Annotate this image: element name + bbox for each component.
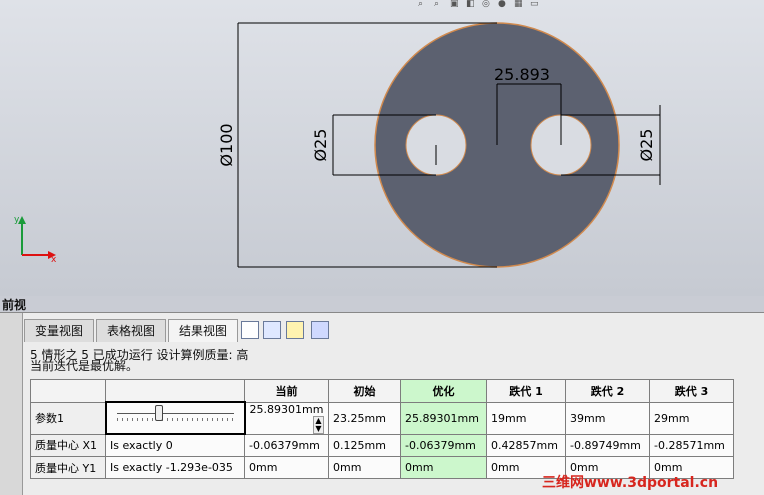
row-label: 质量中心 X1 <box>30 433 106 457</box>
dim-right-hole-diameter[interactable]: Ø25 <box>637 129 656 162</box>
iter1-value: 19mm <box>486 401 566 435</box>
panel-side-strip <box>0 313 23 495</box>
study-tabs: 变量视图 表格视图 结果视图 <box>24 319 240 342</box>
iter1-value: 0.42857mm <box>486 433 566 457</box>
initial-value: 0.125mm <box>328 433 401 457</box>
tab-variable-view[interactable]: 变量视图 <box>24 319 95 342</box>
stepper-arrows-icon[interactable]: ▲ ▼ <box>313 415 324 434</box>
initial-value: 0mm <box>328 456 401 479</box>
constraint-text: Is exactly 0 <box>105 433 245 457</box>
iter3-value: -0.28571mm <box>649 433 734 457</box>
table-corner <box>30 379 106 403</box>
col-iter1-header: 跌代 1 <box>486 379 566 403</box>
current-value: 0mm <box>244 456 329 479</box>
col-current-header: 当前 <box>244 379 329 403</box>
status-line-2: 当前迭代是最优解。 <box>30 359 139 373</box>
row-label: 质量中心 Y1 <box>30 456 106 479</box>
open-folder-icon[interactable] <box>286 321 304 339</box>
current-value-stepper[interactable]: 25.89301mm ▲ ▼ <box>244 401 329 435</box>
tab-table-view[interactable]: 表格视图 <box>96 319 167 342</box>
save-icon[interactable] <box>311 321 329 339</box>
axis-triad-icon: y x <box>14 215 57 265</box>
constraint-text: Is exactly -1.293e-035 <box>105 456 245 479</box>
constraint-header <box>105 379 245 403</box>
graphics-viewport[interactable]: ⌕ ⌕ ▣ ◧ ◎ ● ▦ ▭ Ø100 25.893 Ø25 Ø25 y x <box>0 0 764 296</box>
results-options-icon[interactable] <box>241 321 259 339</box>
iter2-value: -0.89749mm <box>565 433 650 457</box>
table-row: 质量中心 X1 Is exactly 0 -0.06379mm 0.125mm … <box>30 433 734 457</box>
optimal-value: 25.89301mm <box>400 401 487 435</box>
dim-left-hole-diameter[interactable]: Ø25 <box>311 129 330 162</box>
parameter-slider[interactable] <box>104 401 246 435</box>
table-row: 参数1 25.89301mm ▲ ▼ 23.25mm 25.89301mm 19m… <box>30 401 734 435</box>
col-initial-header: 初始 <box>328 379 401 403</box>
view-name-label: 前视 <box>2 298 27 312</box>
optimal-value: 0mm <box>400 456 487 479</box>
optimal-value: -0.06379mm <box>400 433 487 457</box>
svg-text:y: y <box>14 215 20 225</box>
dim-hole-spacing[interactable]: 25.893 <box>494 65 550 84</box>
run-study-icon[interactable] <box>263 321 281 339</box>
tab-results-view[interactable]: 结果视图 <box>168 319 239 342</box>
col-iter3-header: 跌代 3 <box>649 379 734 403</box>
dim-outer-diameter[interactable]: Ø100 <box>217 123 236 166</box>
iter3-value: 29mm <box>649 401 734 435</box>
row-label: 参数1 <box>30 401 106 435</box>
svg-text:x: x <box>51 255 57 265</box>
initial-value: 23.25mm <box>328 401 401 435</box>
col-iter2-header: 跌代 2 <box>565 379 650 403</box>
current-value: -0.06379mm <box>244 433 329 457</box>
site-watermark: 三维网www.3dportal.cn <box>542 475 719 491</box>
iter2-value: 39mm <box>565 401 650 435</box>
sketch-drawing: Ø100 25.893 Ø25 Ø25 y x <box>14 22 661 268</box>
results-table: 当前 初始 优化 跌代 1 跌代 2 跌代 3 参数1 25.89301mm ▲… <box>30 379 734 479</box>
col-optimal-header: 优化 <box>400 379 487 403</box>
